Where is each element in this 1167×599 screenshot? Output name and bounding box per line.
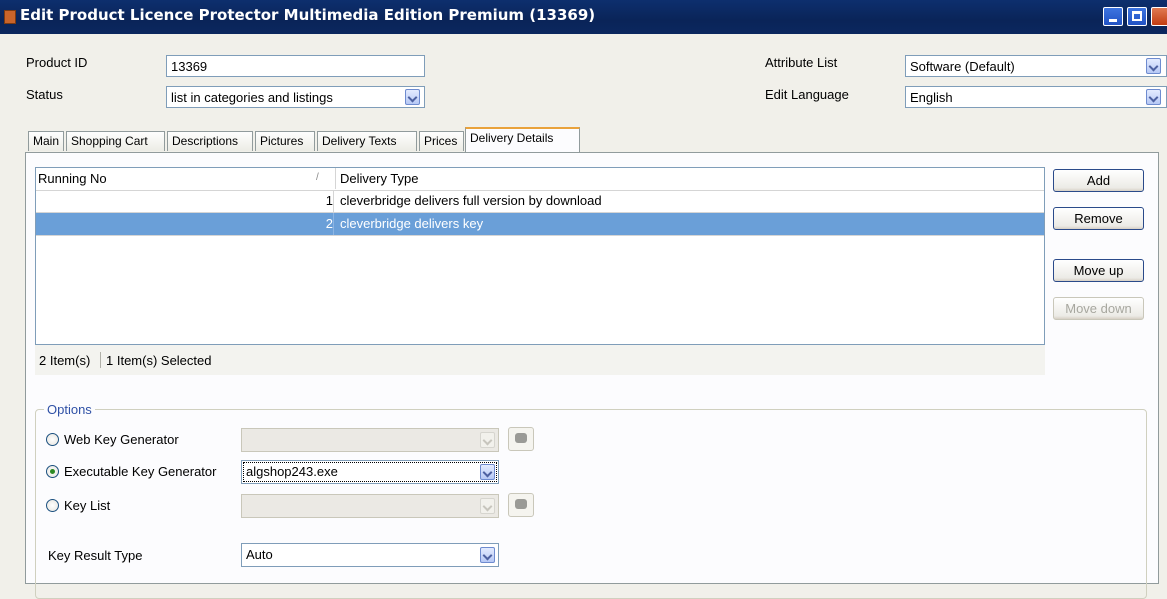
key-list-label[interactable]: Key List <box>64 498 110 513</box>
tab-prices[interactable]: Prices <box>419 131 464 151</box>
close-button[interactable] <box>1151 7 1167 26</box>
move-up-button[interactable]: Move up <box>1053 259 1144 282</box>
app-icon <box>4 10 16 24</box>
status-select-value: list in categories and listings <box>171 90 333 105</box>
delivery-type-cell: cleverbridge delivers full version by do… <box>340 193 602 208</box>
running-no-cell: 1 <box>36 190 334 212</box>
column-header-delivery-type[interactable]: Delivery Type <box>337 168 422 189</box>
key-list-radio[interactable] <box>46 499 59 512</box>
edit-language-dropdown-icon[interactable] <box>1146 89 1161 105</box>
executable-key-generator-value: algshop243.exe <box>246 464 338 479</box>
product-id-label: Product ID <box>26 55 88 70</box>
sort-icon: / <box>316 172 319 183</box>
attribute-list-label: Attribute List <box>765 55 838 70</box>
list-header: Running No / Delivery Type <box>36 168 1044 191</box>
options-title: Options <box>44 402 95 417</box>
tab-main[interactable]: Main <box>28 131 64 151</box>
web-key-generator-dropdown-icon <box>480 432 495 448</box>
table-row-selected[interactable]: 2 cleverbridge delivers key <box>36 213 1044 236</box>
web-key-generator-radio[interactable] <box>46 433 59 446</box>
executable-key-generator-label[interactable]: Executable Key Generator <box>64 464 216 479</box>
key-result-type-value: Auto <box>246 547 273 562</box>
item-count: 2 Item(s) <box>39 353 91 368</box>
list-status-bar: 2 Item(s) 1 Item(s) Selected <box>35 345 1045 375</box>
edit-language-value: English <box>910 90 953 105</box>
remove-button[interactable]: Remove <box>1053 207 1144 230</box>
maximize-button[interactable] <box>1127 7 1147 26</box>
key-icon <box>515 433 527 443</box>
attribute-list-dropdown-icon[interactable] <box>1146 58 1161 74</box>
options-group <box>35 409 1147 599</box>
tab-shopping-cart[interactable]: Shopping Cart <box>66 131 165 151</box>
key-result-type-select[interactable]: Auto <box>241 543 499 567</box>
web-key-generator-label[interactable]: Web Key Generator <box>64 432 179 447</box>
web-key-generator-key-button <box>508 427 534 451</box>
key-icon <box>515 499 527 509</box>
delivery-type-cell: cleverbridge delivers key <box>340 216 484 231</box>
web-key-generator-select <box>241 428 499 452</box>
key-result-type-dropdown-icon[interactable] <box>480 547 495 563</box>
tab-delivery-details[interactable]: Delivery Details <box>465 127 580 152</box>
tab-descriptions[interactable]: Descriptions <box>167 131 253 151</box>
status-dropdown-icon[interactable] <box>405 89 420 105</box>
executable-key-generator-select[interactable]: algshop243.exe <box>241 460 499 484</box>
tab-delivery-texts[interactable]: Delivery Texts <box>317 131 417 151</box>
attribute-list-select[interactable]: Software (Default) <box>905 55 1167 77</box>
tab-pictures[interactable]: Pictures <box>255 131 315 151</box>
window-title: Edit Product Licence Protector Multimedi… <box>20 6 596 24</box>
selected-count: 1 Item(s) Selected <box>106 353 212 368</box>
status-separator <box>100 352 101 368</box>
key-list-select <box>241 494 499 518</box>
move-down-button[interactable]: Move down <box>1053 297 1144 320</box>
delivery-list[interactable]: Running No / Delivery Type 1 cleverbridg… <box>35 167 1045 345</box>
status-select[interactable]: list in categories and listings <box>166 86 425 108</box>
edit-language-select[interactable]: English <box>905 86 1167 108</box>
running-no-cell: 2 <box>36 213 334 235</box>
title-bar: Edit Product Licence Protector Multimedi… <box>0 0 1167 34</box>
column-header-running-no[interactable]: Running No <box>36 168 336 189</box>
table-row[interactable]: 1 cleverbridge delivers full version by … <box>36 190 1044 213</box>
executable-key-generator-dropdown-icon[interactable] <box>480 464 495 480</box>
key-list-key-button <box>508 493 534 517</box>
executable-key-generator-radio[interactable] <box>46 465 59 478</box>
edit-language-label: Edit Language <box>765 87 849 102</box>
add-button[interactable]: Add <box>1053 169 1144 192</box>
minimize-button[interactable] <box>1103 7 1123 26</box>
key-result-type-label: Key Result Type <box>48 548 143 563</box>
product-id-field[interactable]: 13369 <box>166 55 425 77</box>
key-list-dropdown-icon <box>480 498 495 514</box>
status-label: Status <box>26 87 63 102</box>
attribute-list-value: Software (Default) <box>910 59 1015 74</box>
